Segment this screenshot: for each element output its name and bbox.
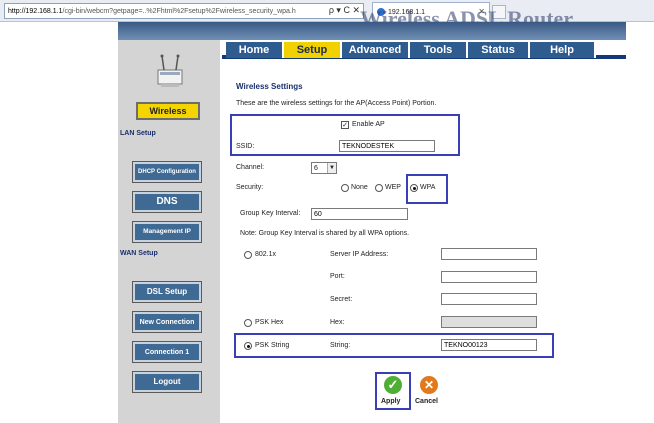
- wireless-settings-description: These are the wireless settings for the …: [236, 100, 437, 107]
- enable-ap-label: Enable AP: [352, 121, 385, 128]
- sidebar-dhcp-button[interactable]: DHCP Configuration: [132, 161, 202, 183]
- url-host: http://192.168.1.1: [8, 7, 63, 15]
- address-bar[interactable]: http://192.168.1.1 /cgi-bin/webcm?getpag…: [4, 3, 364, 19]
- security-none-radio[interactable]: [341, 184, 349, 192]
- string-field[interactable]: TEKNO00123: [441, 339, 537, 351]
- sidebar-connection-1-button[interactable]: Connection 1: [132, 341, 202, 363]
- cancel-x-icon[interactable]: ✕: [420, 376, 438, 394]
- port-label: Port:: [330, 273, 345, 280]
- server-ip-field[interactable]: [441, 248, 537, 260]
- group-key-field[interactable]: 60: [311, 208, 408, 220]
- router-device-icon: [157, 54, 183, 87]
- security-wpa-radio[interactable]: [410, 184, 418, 192]
- security-none-label: None: [351, 184, 368, 191]
- channel-select[interactable]: 6 ▼: [311, 162, 337, 174]
- port-field[interactable]: [441, 271, 537, 283]
- tab-tools[interactable]: Tools: [410, 42, 468, 58]
- sidebar-management-ip-button[interactable]: Management IP: [132, 221, 202, 243]
- hex-label: Hex:: [330, 319, 345, 326]
- server-ip-label: Server IP Address:: [330, 251, 389, 258]
- checkmark-icon[interactable]: ✓: [384, 376, 402, 394]
- auth-8021x-label: 802.1x: [255, 251, 277, 258]
- apply-button[interactable]: Apply: [381, 398, 400, 405]
- channel-value: 6: [314, 164, 318, 172]
- ssid-label: SSID:: [236, 143, 255, 150]
- psk-string-label: PSK String: [255, 342, 290, 349]
- tab-status[interactable]: Status: [468, 42, 530, 58]
- sidebar-wireless-button[interactable]: Wireless: [136, 102, 200, 120]
- wireless-settings-heading: Wireless Settings: [236, 82, 303, 91]
- tab-help[interactable]: Help: [530, 42, 596, 58]
- security-wep-radio[interactable]: [375, 184, 383, 192]
- hex-field[interactable]: [441, 316, 537, 328]
- psk-hex-radio[interactable]: [244, 319, 252, 327]
- sidebar-dns-button[interactable]: DNS: [132, 191, 202, 213]
- url-path: /cgi-bin/webcm?getpage=..%2Fhtml%2Fsetup…: [62, 7, 296, 15]
- sidebar-logout-button[interactable]: Logout: [132, 371, 202, 393]
- auth-8021x-radio[interactable]: [244, 251, 252, 259]
- secret-label: Secret:: [330, 296, 353, 303]
- group-key-label: Group Key Interval:: [240, 210, 301, 217]
- sidebar-lan-setup-label: LAN Setup: [120, 130, 156, 137]
- secret-field[interactable]: [441, 293, 537, 305]
- security-wpa-label: WPA: [420, 184, 436, 191]
- string-label: String:: [330, 342, 351, 349]
- right-margin: [626, 22, 654, 423]
- group-key-note: Note: Group Key Interval is shared by al…: [240, 230, 410, 237]
- security-label: Security:: [236, 184, 264, 191]
- tab-advanced[interactable]: Advanced: [342, 42, 410, 58]
- sidebar-dsl-setup-button[interactable]: DSL Setup: [132, 281, 202, 303]
- chevron-down-icon: ▼: [327, 163, 336, 173]
- enable-ap-checkbox[interactable]: ✓: [341, 121, 349, 129]
- header-band: [118, 22, 626, 40]
- psk-string-radio[interactable]: [244, 342, 252, 350]
- security-wep-label: WEP: [385, 184, 401, 191]
- channel-label: Channel:: [236, 164, 265, 171]
- tab-setup[interactable]: Setup: [284, 42, 342, 58]
- tab-home[interactable]: Home: [226, 42, 284, 58]
- sidebar-new-connection-button[interactable]: New Connection: [132, 311, 202, 333]
- psk-hex-label: PSK Hex: [255, 319, 284, 326]
- sidebar-wan-setup-label: WAN Setup: [120, 250, 158, 257]
- ssid-field[interactable]: TEKNODESTEK: [339, 140, 435, 152]
- cancel-button[interactable]: Cancel: [415, 398, 438, 405]
- address-bar-icons[interactable]: ρ ▾ C ✕: [329, 5, 360, 16]
